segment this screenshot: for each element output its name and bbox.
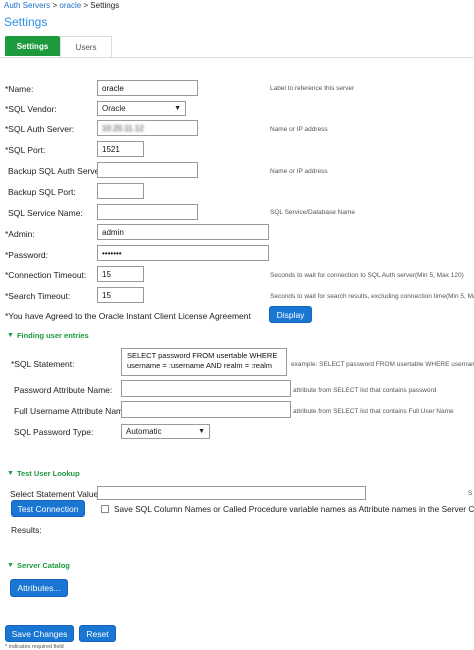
select-statement-values-label: Select Statement Values: [10,489,105,499]
connection-timeout-hint: Seconds to wait for connection to SQL Au… [270,272,464,279]
backup-sql-auth-server-label: Backup SQL Auth Server: [8,166,105,176]
backup-sql-port-label: Backup SQL Port: [8,187,76,197]
required-field-note: * indicates required field [5,644,64,650]
sql-statement-label: *SQL Statement: [11,359,75,369]
license-label: *You have Agreed to the Oracle Instant C… [5,311,251,321]
finding-user-entries-header[interactable]: ▼ Finding user entries [7,331,89,340]
full-username-attr-label: Full Username Attribute Name: [14,406,131,416]
tab-users[interactable]: Users [60,36,112,57]
sql-port-label: *SQL Port: [5,145,46,155]
sql-service-name-label: SQL Service Name: [8,208,83,218]
breadcrumb-separator: > [50,1,60,10]
breadcrumb-auth-servers[interactable]: Auth Servers [4,1,50,10]
attributes-button[interactable]: Attributes... [10,579,68,597]
search-timeout-label: *Search Timeout: [5,291,71,301]
tab-settings[interactable]: Settings [5,36,60,56]
admin-input[interactable]: admin [97,224,269,240]
sql-service-name-input[interactable] [97,204,198,220]
tab-bar: Settings Users [0,36,474,58]
save-column-names-checkbox[interactable] [101,505,109,513]
sql-statement-hint: example: SELECT password FROM usertable … [291,361,474,368]
chevron-down-icon: ▼ [7,562,14,569]
select-statement-values-input[interactable] [97,486,366,500]
full-username-attr-input[interactable] [121,401,291,418]
test-connection-button[interactable]: Test Connection [11,500,85,517]
sql-vendor-select[interactable]: Oracle ▼ [97,101,186,116]
name-hint: Label to reference this server [270,85,355,92]
breadcrumb-oracle[interactable]: oracle [59,1,81,10]
connection-timeout-label: *Connection Timeout: [5,270,87,280]
sql-password-type-select[interactable]: Automatic ▼ [121,424,210,439]
page-title: Settings [4,15,48,29]
sql-port-input[interactable]: 1521 [97,141,144,157]
search-timeout-input[interactable]: 15 [97,287,144,303]
caret-down-icon: ▼ [174,105,181,112]
name-input[interactable]: oracle [97,80,198,96]
sql-password-type-value: Automatic [126,427,162,436]
sql-service-name-hint: SQL Service/Database Name [270,209,356,216]
password-attr-label: Password Attribute Name: [14,385,113,395]
password-attr-hint: attribute from SELECT list that contains… [293,387,437,394]
test-user-lookup-header[interactable]: ▼ Test User Lookup [7,469,80,478]
full-username-attr-hint: attribute from SELECT list that contains… [293,408,454,415]
chevron-down-icon: ▼ [7,332,14,339]
test-user-lookup-title: Test User Lookup [16,469,80,478]
password-attr-input[interactable] [121,380,291,397]
server-catalog-title: Server Catalog [16,561,70,570]
server-catalog-header[interactable]: ▼ Server Catalog [7,561,70,570]
breadcrumb-current: Settings [90,1,120,10]
sql-auth-server-value: 10.20.11.12 [102,123,144,133]
display-license-button[interactable]: Display [269,306,312,323]
sql-auth-server-label: *SQL Auth Server: [5,124,75,134]
save-changes-button[interactable]: Save Changes [5,625,74,642]
select-statement-trailing-hint: S [468,490,473,497]
backup-sql-port-input[interactable] [97,183,144,199]
name-label: *Name: [5,84,34,94]
finding-user-entries-title: Finding user entries [16,331,89,340]
password-label: *Password: [5,250,48,260]
reset-button[interactable]: Reset [79,625,116,642]
chevron-down-icon: ▼ [7,470,14,477]
sql-auth-server-hint: Name or IP address [270,126,328,133]
sql-vendor-value: Oracle [102,104,126,113]
sql-statement-textarea[interactable]: SELECT password FROM usertable WHERE use… [121,348,287,376]
breadcrumb: Auth Servers > oracle > Settings [4,1,119,10]
password-input[interactable]: ••••••• [97,245,269,261]
results-label: Results: [11,525,42,535]
save-column-names-label: Save SQL Column Names or Called Procedur… [114,504,474,514]
backup-sql-auth-server-hint: Name or IP address [270,168,328,175]
breadcrumb-separator: > [81,1,91,10]
search-timeout-hint: Seconds to wait for search results, excl… [270,293,474,300]
connection-timeout-input[interactable]: 15 [97,266,144,282]
sql-auth-server-input[interactable]: 10.20.11.12 [97,120,198,136]
sql-password-type-label: SQL Password Type: [14,427,94,437]
admin-label: *Admin: [5,229,35,239]
caret-down-icon: ▼ [198,428,205,435]
backup-sql-auth-server-input[interactable] [97,162,198,178]
sql-vendor-label: *SQL Vendor: [5,104,57,114]
